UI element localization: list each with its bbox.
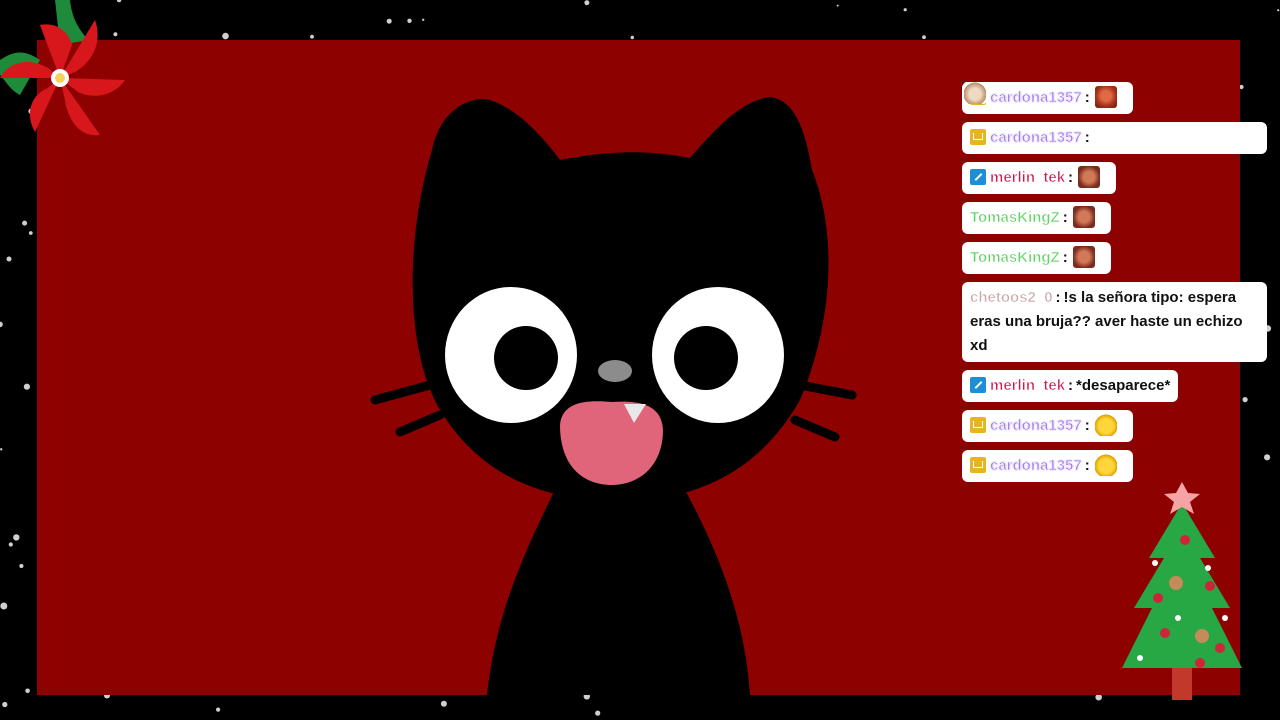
chat-separator: : xyxy=(1084,129,1090,146)
chat-separator: : xyxy=(1062,249,1068,266)
crown-badge-icon xyxy=(970,457,986,473)
chat-overlay: cardona1357: cardona1357: merlin_tek: Tomas… xyxy=(962,82,1272,490)
chat-username[interactable]: cardona1357 xyxy=(990,417,1082,435)
poinsettia-decoration xyxy=(0,0,125,136)
pikachu-emote xyxy=(1094,454,1117,476)
chat-message: cardona1357: xyxy=(962,410,1133,442)
cat-nose xyxy=(598,360,632,382)
chat-separator: : xyxy=(1084,89,1090,106)
chat-message: merlin_tek: *desaparece* xyxy=(962,370,1179,402)
chat-message: TomasKingZ: xyxy=(962,242,1111,274)
chat-username[interactable]: TomasKingZ xyxy=(970,209,1060,227)
man-face-emote xyxy=(1072,246,1095,268)
man-face-emote xyxy=(1078,166,1101,188)
chat-message: cardona1357: xyxy=(962,450,1133,482)
man-face-emote xyxy=(1072,206,1095,228)
chat-message: cardona1357: xyxy=(962,82,1267,154)
chat-message-text: *desaparece* xyxy=(1076,377,1171,394)
crown-badge-icon xyxy=(970,417,986,433)
cat-left-eye xyxy=(445,287,577,423)
crown-badge-icon xyxy=(970,129,986,145)
tool-badge-icon xyxy=(970,169,986,185)
chat-username[interactable]: cardona1357 xyxy=(990,129,1082,147)
chat-separator: : xyxy=(1068,169,1074,186)
chat-message: chetoos2_0: !s la señora tipo: espera era… xyxy=(962,282,1267,362)
chat-username[interactable]: cardona1357 xyxy=(990,89,1082,107)
chat-separator: : xyxy=(1068,377,1074,394)
chat-username[interactable]: TomasKingZ xyxy=(970,249,1060,267)
pikachu-emote xyxy=(1094,414,1117,436)
chat-separator: : xyxy=(1084,417,1090,434)
chat-username[interactable]: chetoos2_0 xyxy=(970,289,1053,307)
angry-face-emote xyxy=(1094,86,1117,108)
chat-separator: : xyxy=(1084,457,1090,474)
chat-separator: : xyxy=(1062,209,1068,226)
cat-body xyxy=(487,490,750,695)
chat-message: TomasKingZ: xyxy=(962,202,1111,234)
cat-right-eye xyxy=(652,287,784,423)
chat-username[interactable]: cardona1357 xyxy=(990,457,1082,475)
chat-message: cardona1357: xyxy=(962,82,1133,114)
chat-separator: : xyxy=(1055,289,1061,306)
chat-message: merlin_tek: xyxy=(962,162,1117,194)
tool-badge-icon xyxy=(970,377,986,393)
chat-username[interactable]: merlin_tek xyxy=(990,377,1066,395)
cat-emote xyxy=(964,82,986,104)
chat-username[interactable]: merlin_tek xyxy=(990,169,1066,187)
christmas-tree-decoration xyxy=(1122,482,1242,700)
